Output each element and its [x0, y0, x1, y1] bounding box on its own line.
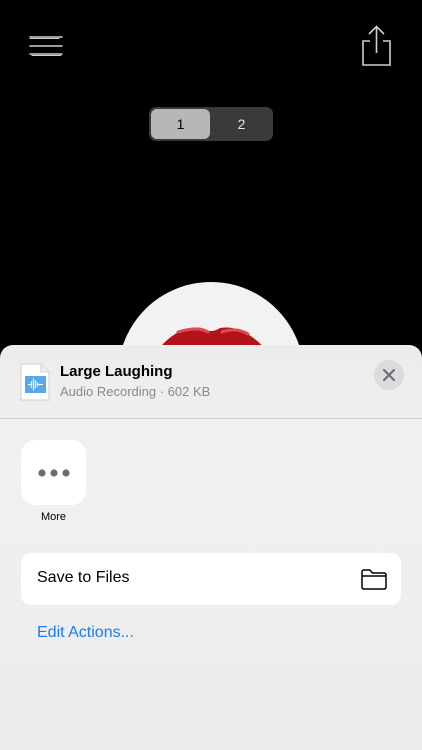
- file-title: Large Laughing: [60, 363, 173, 380]
- segmented-control: 1 2: [149, 107, 273, 141]
- file-subtitle: Audio Recording · 602 KB: [60, 384, 211, 399]
- ellipsis-icon: [37, 468, 70, 477]
- close-button[interactable]: [374, 360, 404, 390]
- share-sheet: Large Laughing Audio Recording · 602 KB …: [0, 345, 422, 750]
- more-label: More: [40, 511, 67, 523]
- hamburger-menu-icon[interactable]: [29, 34, 63, 58]
- share-sheet-header: Large Laughing Audio Recording · 602 KB: [0, 345, 422, 419]
- close-icon: [382, 368, 396, 382]
- folder-icon: [360, 568, 388, 590]
- segment-2[interactable]: 2: [212, 109, 271, 139]
- segment-1[interactable]: 1: [151, 109, 210, 139]
- edit-actions-link[interactable]: Edit Actions...: [37, 624, 134, 642]
- audio-file-icon: [20, 363, 50, 401]
- share-icon[interactable]: [359, 24, 393, 68]
- more-button[interactable]: [21, 440, 86, 505]
- app-screen: 1 2 Large Laughing Audio Recording · 602…: [0, 0, 422, 750]
- save-to-files-label: Save to Files: [37, 569, 130, 586]
- save-to-files-button[interactable]: Save to Files: [21, 553, 401, 605]
